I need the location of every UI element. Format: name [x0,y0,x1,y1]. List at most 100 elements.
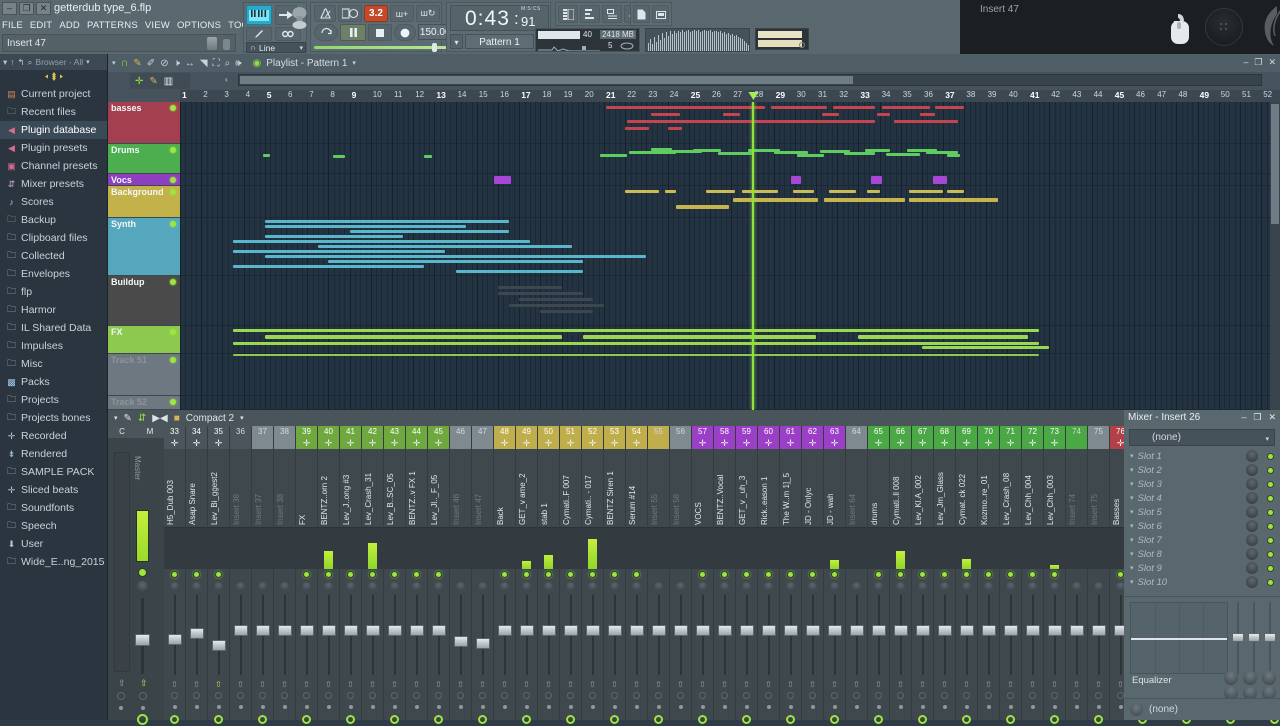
playlist-tool-buttons[interactable]: ✛ ✎ ▥ [130,73,190,89]
browser-tree[interactable]: ▤Current project🗀Recent files◀Plugin dat… [0,83,107,571]
insert-number[interactable]: 47 [472,426,493,438]
mixer-toolbar[interactable]: ▾ ✎ ⇵ ▶◀ ■ Compact 2 ▾ [108,410,1124,426]
insert-send-arrow[interactable]: ⇧ [692,678,713,690]
blend-notes-button[interactable]: ш↻ [416,5,440,22]
piano-roll-button[interactable] [580,5,600,23]
insert-pan-knob[interactable] [186,580,207,592]
insert-route-icon[interactable]: ✛ [186,438,207,449]
insert-volume-fader[interactable] [230,592,251,678]
master-send-arrow[interactable]: ⇧ [140,678,148,689]
insert-pan-knob[interactable] [736,580,757,592]
slip-icon[interactable]: ↔ [185,58,195,69]
browser-item-rendered[interactable]: ⇟Rendered [0,445,107,463]
chevron-down-icon[interactable]: ▾ [299,44,303,52]
insert-route-dot[interactable] [1066,701,1087,712]
insert-send-knob[interactable] [1066,690,1087,701]
dock-window-controls[interactable]: – ❐ ✕ [1241,412,1276,423]
insert-route-dot[interactable] [450,701,471,712]
insert-pan-knob[interactable] [758,580,779,592]
insert-number[interactable]: 68 [934,426,955,438]
browser-item-impulses[interactable]: 🗀Impulses [0,337,107,355]
insert-send-knob[interactable] [450,690,471,701]
browser-item-misc[interactable]: 🗀Misc [0,355,107,373]
insert-volume-fader[interactable] [164,592,185,678]
playlist-grid[interactable] [180,102,1280,410]
insert-route-icon[interactable]: ✛ [890,438,911,449]
insert-mute-led[interactable] [890,569,911,580]
insert-number[interactable]: 52 [582,426,603,438]
insert-route-icon[interactable]: ✛ [934,438,955,449]
chevron-down-icon[interactable]: ▾ [3,57,7,68]
insert-volume-fader[interactable] [714,592,735,678]
insert-send-knob[interactable] [846,690,867,701]
slot-mix-knob[interactable] [1246,534,1258,546]
insert-send-arrow[interactable]: ⇧ [670,678,691,690]
insert-route-icon[interactable] [252,438,273,449]
playlist-clip[interactable] [791,176,802,184]
insert-send-arrow[interactable]: ⇧ [1088,678,1109,690]
chevron-down-icon[interactable]: ▾ [1130,480,1134,488]
playlist-clip[interactable] [935,106,965,109]
insert-mute-led[interactable] [1000,569,1021,580]
insert-send-knob[interactable] [956,690,977,701]
mixer-insert-strip[interactable]: 65✛drums⇧ [868,426,890,720]
insert-send-knob[interactable] [890,690,911,701]
insert-pan-knob[interactable] [802,580,823,592]
menu-bar[interactable]: FILE EDIT ADD PATTERNS VIEW OPTIONS TOOL… [2,19,226,32]
insert-name-area[interactable]: The W..m 1]_5 [780,449,801,527]
playlist-track-header[interactable]: Synth [108,218,180,275]
slot-enable-led[interactable] [1267,453,1274,460]
fader-cap[interactable] [564,625,578,636]
insert-volume-fader[interactable] [516,592,537,678]
eq-band-faders[interactable] [1232,602,1276,674]
playlist-clip[interactable] [676,205,729,209]
fader-cap[interactable] [212,640,226,651]
insert-volume-fader[interactable] [296,592,317,678]
insert-volume-fader[interactable] [758,592,779,678]
pitch-slider[interactable] [314,43,454,52]
insert-mute-led[interactable] [362,569,383,580]
browser-item-plugin-database[interactable]: ◀Plugin database [0,121,107,139]
mixer-insert-strip[interactable]: 62✛JD - Onlyc⇧ [802,426,824,720]
insert-send-knob[interactable] [934,690,955,701]
playlist-clip[interactable] [909,190,943,193]
insert-send-arrow[interactable]: ⇧ [758,678,779,690]
insert-volume-fader[interactable] [956,592,977,678]
eq-fader-low[interactable] [1232,633,1244,642]
insert-route-dot[interactable] [296,701,317,712]
insert-send-knob[interactable] [824,690,845,701]
playlist-clip[interactable] [947,154,960,157]
insert-pan-knob[interactable] [824,580,845,592]
mixer-insert-strip[interactable]: 67✛Lev_Kl.A_002⇧ [912,426,934,720]
chevron-down-icon[interactable]: ▾ [1130,578,1134,586]
playlist-clip[interactable] [233,265,424,268]
insert-mute-led[interactable] [1022,569,1043,580]
playlist-clip[interactable] [625,127,648,130]
insert-send-arrow[interactable]: ⇧ [318,678,339,690]
playlist-ruler[interactable]: 1234567891011121314151617181920212223242… [180,90,1280,102]
insert-pan-knob[interactable] [1022,580,1043,592]
slot-enable-led[interactable] [1267,495,1274,502]
master-send-arrow-left[interactable]: ⇧ [118,678,126,689]
insert-name-area[interactable]: Lev_B..SC_05 [384,449,405,527]
insert-output-ring[interactable] [626,712,647,726]
insert-mute-led[interactable] [846,569,867,580]
insert-send-arrow[interactable]: ⇧ [626,678,647,690]
insert-pan-knob[interactable] [516,580,537,592]
insert-route-dot[interactable] [516,701,537,712]
browser-item-speech[interactable]: 🗀Speech [0,517,107,535]
browser-item-harmor[interactable]: 🗀Harmor [0,301,107,319]
insert-number[interactable]: 69 [956,426,977,438]
pencil-tool-button[interactable] [246,27,272,41]
insert-route-dot[interactable] [164,701,185,712]
playlist-clip[interactable] [627,120,875,123]
chevron-down-icon[interactable]: ▾ [240,414,244,422]
menu-edit[interactable]: EDIT [30,20,52,31]
insert-route-dot[interactable] [1000,701,1021,712]
insert-send-knob[interactable] [472,690,493,701]
track-enable-led[interactable] [170,147,176,153]
insert-output-ring[interactable] [384,712,405,726]
multilink-button[interactable]: 3.2 [364,5,388,22]
mixer-insert-strip[interactable]: 61✛The W..m 1]_5⇧ [780,426,802,720]
insert-mute-led[interactable] [560,569,581,580]
